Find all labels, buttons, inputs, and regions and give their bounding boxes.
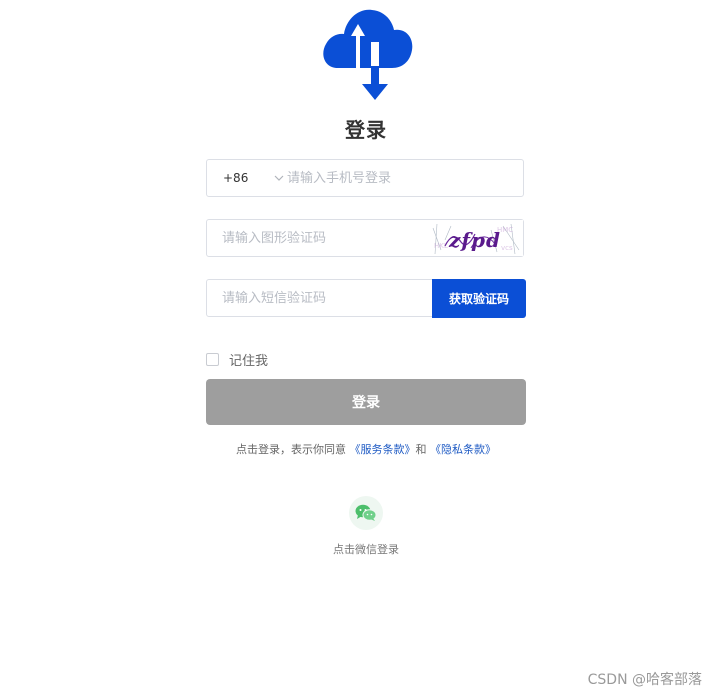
agreement-conjunction: 和 xyxy=(415,443,427,456)
get-sms-code-button[interactable]: 获取验证码 xyxy=(432,279,526,318)
agreement-text: 点击登录，表示你同意 《服务条款》和 《隐私条款》 xyxy=(0,441,716,457)
sms-code-input[interactable] xyxy=(222,280,422,316)
phone-input[interactable] xyxy=(287,160,515,196)
agreement-prefix: 点击登录，表示你同意 xyxy=(236,443,346,456)
captcha-field: HMCHKLvcs zfpd xyxy=(206,219,524,257)
svg-text:vcs: vcs xyxy=(501,244,513,252)
remember-me-checkbox[interactable] xyxy=(206,353,219,366)
phone-field: +86 xyxy=(206,159,524,197)
country-code-value: +86 xyxy=(223,171,249,185)
watermark: CSDN @哈客部落 xyxy=(587,672,702,688)
login-page: 登录 +86 HMCHKLvcs zfpd 获取验证码 xyxy=(0,0,716,697)
captcha-text: zfpd xyxy=(448,228,501,252)
remember-me: 记住我 xyxy=(206,350,268,369)
wechat-icon xyxy=(355,504,377,521)
cloud-upload-download-icon xyxy=(323,9,413,100)
captcha-image[interactable]: HMCHKL vcs zfpd xyxy=(431,220,523,256)
privacy-policy-link[interactable]: 《隐私条款》 xyxy=(430,443,496,456)
page-title: 登录 xyxy=(345,118,387,142)
captcha-input[interactable] xyxy=(222,220,422,256)
svg-text:HKL: HKL xyxy=(434,242,448,250)
country-code-select[interactable]: +86 xyxy=(223,160,284,196)
chevron-down-icon xyxy=(274,175,284,181)
wechat-login-button[interactable] xyxy=(349,496,383,530)
login-button[interactable]: 登录 xyxy=(206,379,526,425)
terms-of-service-link[interactable]: 《服务条款》 xyxy=(350,443,416,456)
sms-field xyxy=(206,279,434,317)
wechat-login-label: 点击微信登录 xyxy=(333,543,399,556)
remember-me-label: 记住我 xyxy=(229,354,269,369)
